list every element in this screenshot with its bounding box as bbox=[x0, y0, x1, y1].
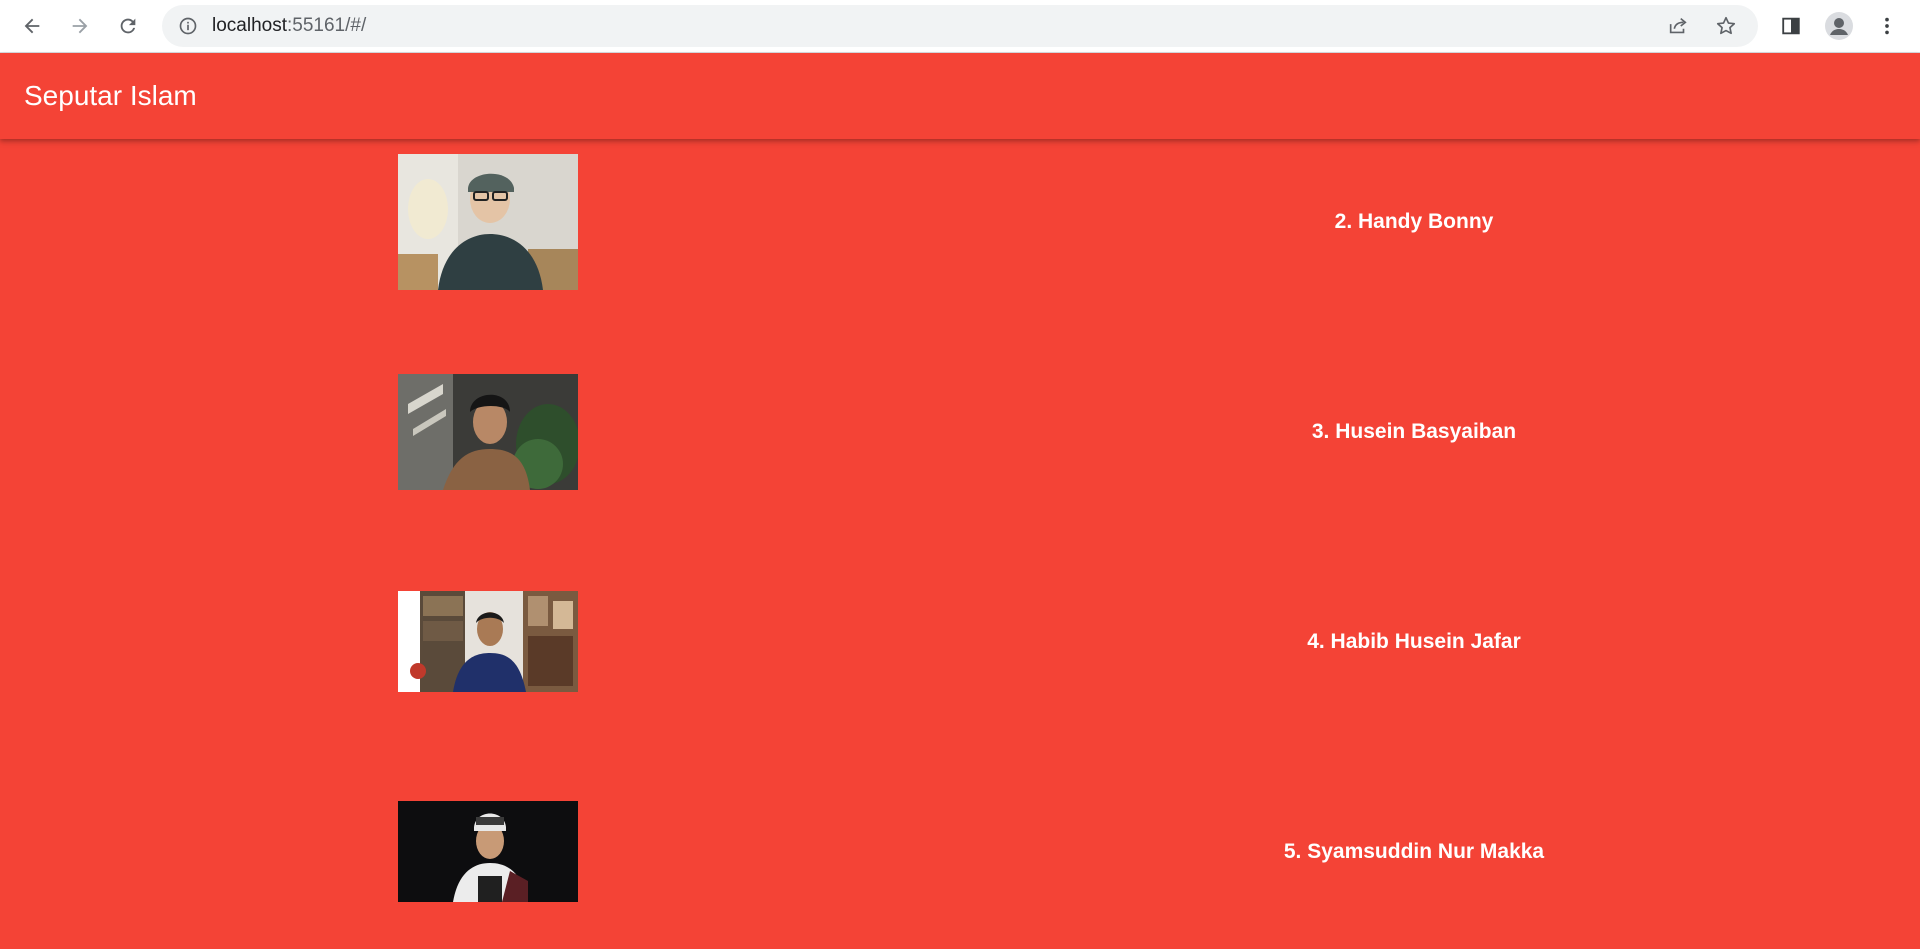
forward-icon[interactable] bbox=[62, 8, 98, 44]
address-bar[interactable]: localhost:55161/#/ bbox=[162, 5, 1758, 47]
info-icon[interactable] bbox=[178, 16, 198, 36]
profile-icon[interactable] bbox=[1824, 11, 1854, 41]
list-item[interactable]: 5. Syamsuddin Nur Makka bbox=[0, 801, 1920, 902]
url-host: localhost bbox=[212, 15, 287, 36]
person-name: 2. Handy Bonny bbox=[1334, 210, 1494, 233]
app-title: Seputar Islam bbox=[24, 80, 197, 111]
person-list: 2. Handy Bonny 3. Husein Basyaiban 4. Ha… bbox=[0, 139, 1920, 949]
reload-icon[interactable] bbox=[110, 8, 146, 44]
side-panel-icon[interactable] bbox=[1776, 11, 1806, 41]
list-item[interactable]: 2. Handy Bonny bbox=[0, 154, 1920, 290]
app-bar: Seputar Islam bbox=[0, 53, 1920, 139]
person-name: 5. Syamsuddin Nur Makka bbox=[1283, 840, 1545, 863]
url-path: :55161/#/ bbox=[287, 15, 367, 36]
person-photo bbox=[398, 154, 578, 290]
url-text: localhost:55161/#/ bbox=[212, 5, 366, 47]
browser-toolbar: localhost:55161/#/ bbox=[0, 0, 1920, 53]
person-photo bbox=[398, 591, 578, 692]
person-photo bbox=[398, 374, 578, 490]
list-item[interactable]: 4. Habib Husein Jafar bbox=[0, 591, 1920, 692]
person-photo bbox=[398, 801, 578, 902]
person-name: 3. Husein Basyaiban bbox=[1311, 420, 1517, 443]
person-name: 4. Habib Husein Jafar bbox=[1307, 630, 1521, 653]
star-icon[interactable] bbox=[1713, 13, 1739, 39]
list-item[interactable]: 3. Husein Basyaiban bbox=[0, 374, 1920, 490]
share-icon[interactable] bbox=[1665, 13, 1691, 39]
menu-icon[interactable] bbox=[1872, 11, 1902, 41]
back-icon[interactable] bbox=[14, 8, 50, 44]
